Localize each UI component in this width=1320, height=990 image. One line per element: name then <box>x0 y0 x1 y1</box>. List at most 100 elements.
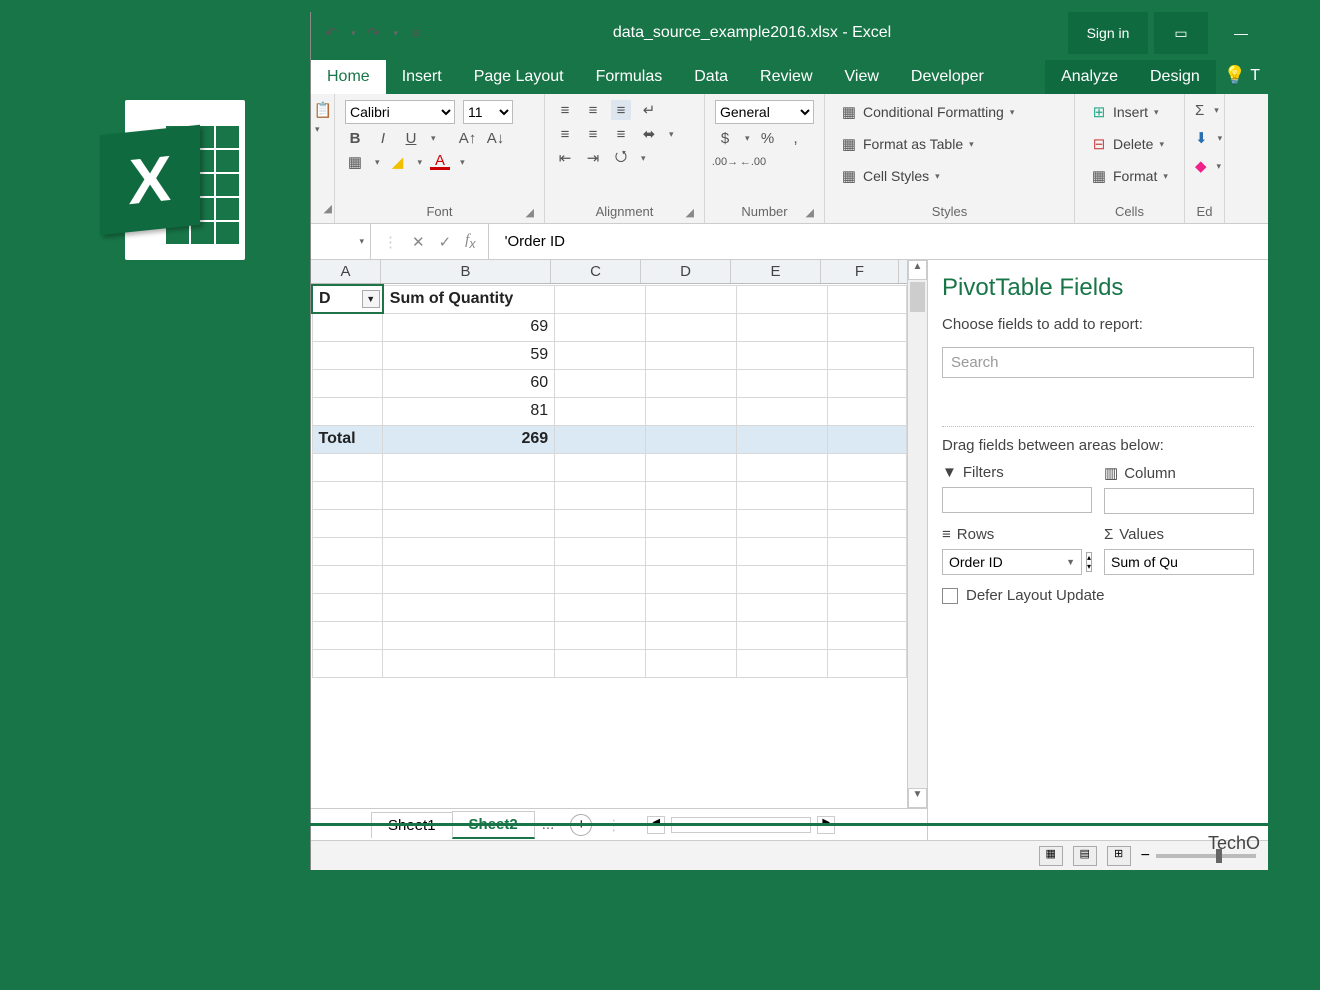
font-name-select[interactable]: Calibri <box>345 100 455 124</box>
orientation-button[interactable]: ⭯ <box>611 148 631 168</box>
cells-grid[interactable]: D▼ Sum of Quantity 69 59 60 81 Total269 <box>311 284 907 808</box>
pivot-fields-pane: PivotTable Fields Choose fields to add t… <box>928 260 1268 840</box>
qat-customize-icon[interactable]: ≡ <box>406 23 426 43</box>
shrink-font-button[interactable]: A↓ <box>486 128 506 148</box>
rows-spinner[interactable]: ▴▾ <box>1086 552 1092 572</box>
col-b[interactable]: B <box>381 260 551 283</box>
increase-indent-icon[interactable]: ⇥ <box>583 148 603 168</box>
split-handle-icon[interactable]: ⋮ <box>383 233 398 251</box>
underline-button[interactable]: U <box>401 128 421 148</box>
insert-cells-button[interactable]: ⊞Insert▾ <box>1085 100 1174 124</box>
paste-icon[interactable]: 📋 <box>313 100 333 120</box>
columns-area[interactable] <box>1104 488 1254 514</box>
grow-font-button[interactable]: A↑ <box>458 128 478 148</box>
view-normal-button[interactable]: ▦ <box>1039 846 1063 866</box>
formula-bar: ▾ ⋮ ✕ ✓ fx 'Order ID <box>311 224 1268 260</box>
filters-area[interactable] <box>942 487 1092 513</box>
autosum-button[interactable]: Σ <box>1195 100 1204 120</box>
percent-button[interactable]: % <box>758 128 778 148</box>
tab-insert[interactable]: Insert <box>386 60 458 94</box>
name-box[interactable]: ▾ <box>311 224 371 259</box>
tell-me[interactable]: 💡T <box>1216 57 1268 94</box>
tab-page-layout[interactable]: Page Layout <box>458 60 580 94</box>
filter-dropdown-icon[interactable]: ▼ <box>362 290 380 308</box>
window-title: data_source_example2016.xlsx - Excel <box>436 24 1068 42</box>
tab-formulas[interactable]: Formulas <box>580 60 679 94</box>
align-middle-icon[interactable]: ≡ <box>583 100 603 120</box>
cell-styles-button[interactable]: ▦Cell Styles▾ <box>835 164 1064 188</box>
tab-review[interactable]: Review <box>744 60 828 94</box>
tab-design[interactable]: Design <box>1134 60 1216 94</box>
conditional-formatting-button[interactable]: ▦Conditional Formatting▾ <box>835 100 1064 124</box>
redo-icon[interactable]: ↷ <box>364 23 384 43</box>
restore-button[interactable]: ▭ <box>1154 12 1208 54</box>
font-color-button[interactable]: A <box>430 154 450 170</box>
columns-icon: ▥ <box>1104 464 1118 482</box>
enter-formula-icon[interactable]: ✓ <box>439 233 452 251</box>
minimize-button[interactable]: — <box>1214 12 1268 54</box>
cond-format-icon: ▦ <box>839 102 859 122</box>
align-right-icon[interactable]: ≡ <box>611 124 631 144</box>
defer-update[interactable]: Defer Layout Update <box>942 587 1254 604</box>
tab-developer[interactable]: Developer <box>895 60 1000 94</box>
cell-styles-icon: ▦ <box>839 166 859 186</box>
clear-button[interactable]: ◆ <box>1195 156 1207 176</box>
fill-button[interactable]: ⬇ <box>1195 128 1208 148</box>
decrease-decimal-button[interactable]: ←.00 <box>743 152 763 172</box>
merge-button[interactable]: ⬌ <box>639 124 659 144</box>
align-left-icon[interactable]: ≡ <box>555 124 575 144</box>
scroll-down-icon[interactable]: ▼ <box>908 788 927 808</box>
number-format-select[interactable]: General <box>715 100 814 124</box>
col-e[interactable]: E <box>731 260 821 283</box>
tab-data[interactable]: Data <box>678 60 744 94</box>
align-center-icon[interactable]: ≡ <box>583 124 603 144</box>
signin-button[interactable]: Sign in <box>1068 12 1148 54</box>
defer-checkbox[interactable] <box>942 588 958 604</box>
formula-value[interactable]: 'Order ID <box>489 233 565 250</box>
drag-instructions: Drag fields between areas below: <box>942 437 1254 454</box>
wrap-text-button[interactable]: ↵ <box>639 100 659 120</box>
comma-button[interactable]: , <box>786 128 806 148</box>
vertical-scrollbar[interactable]: ▲ ▼ <box>907 260 927 808</box>
pane-title: PivotTable Fields <box>942 274 1254 302</box>
delete-cells-button[interactable]: ⊟Delete▾ <box>1085 132 1174 156</box>
italic-button[interactable]: I <box>373 128 393 148</box>
bold-button[interactable]: B <box>345 128 365 148</box>
view-page-break-button[interactable]: ⊞ <box>1107 846 1131 866</box>
undo-icon[interactable]: ↶ <box>321 23 341 43</box>
view-page-layout-button[interactable]: ▤ <box>1073 846 1097 866</box>
col-a[interactable]: A <box>311 260 381 283</box>
values-area[interactable]: Sum of Qu <box>1104 549 1254 575</box>
rows-area[interactable]: Order ID▼ <box>942 549 1082 575</box>
alignment-dialog-icon[interactable]: ◢ <box>686 206 694 219</box>
cancel-formula-icon[interactable]: ✕ <box>412 233 425 251</box>
align-top-icon[interactable]: ≡ <box>555 100 575 120</box>
tab-analyze[interactable]: Analyze <box>1045 60 1134 94</box>
zoom-out-icon[interactable]: − <box>1141 847 1150 865</box>
rows-icon: ≡ <box>942 526 951 543</box>
scroll-thumb[interactable] <box>910 282 925 312</box>
pivot-search-input[interactable]: Search <box>942 347 1254 378</box>
decrease-indent-icon[interactable]: ⇤ <box>555 148 575 168</box>
number-dialog-icon[interactable]: ◢ <box>806 206 814 219</box>
format-cells-button[interactable]: ▦Format▾ <box>1085 164 1174 188</box>
fx-icon[interactable]: fx <box>465 232 475 251</box>
scroll-up-icon[interactable]: ▲ <box>908 260 927 280</box>
titlebar: ↶▾ ↷▾ ≡ data_source_example2016.xlsx - E… <box>311 12 1268 54</box>
clipboard-dialog-icon[interactable]: ◢ <box>324 202 332 215</box>
tab-home[interactable]: Home <box>311 60 386 94</box>
col-c[interactable]: C <box>551 260 641 283</box>
borders-button[interactable]: ▦ <box>345 152 365 172</box>
currency-button[interactable]: $ <box>715 128 735 148</box>
format-as-table-button[interactable]: ▦Format as Table▾ <box>835 132 1064 156</box>
fill-color-button[interactable]: ◢ <box>388 152 408 172</box>
increase-decimal-button[interactable]: .00→ <box>715 152 735 172</box>
filter-icon: ▼ <box>942 464 957 481</box>
col-d[interactable]: D <box>641 260 731 283</box>
column-headers[interactable]: A B C D E F <box>311 260 907 284</box>
tab-view[interactable]: View <box>829 60 895 94</box>
align-bottom-icon[interactable]: ≡ <box>611 100 631 120</box>
font-dialog-icon[interactable]: ◢ <box>526 206 534 219</box>
font-size-select[interactable]: 11 <box>463 100 513 124</box>
col-f[interactable]: F <box>821 260 899 283</box>
